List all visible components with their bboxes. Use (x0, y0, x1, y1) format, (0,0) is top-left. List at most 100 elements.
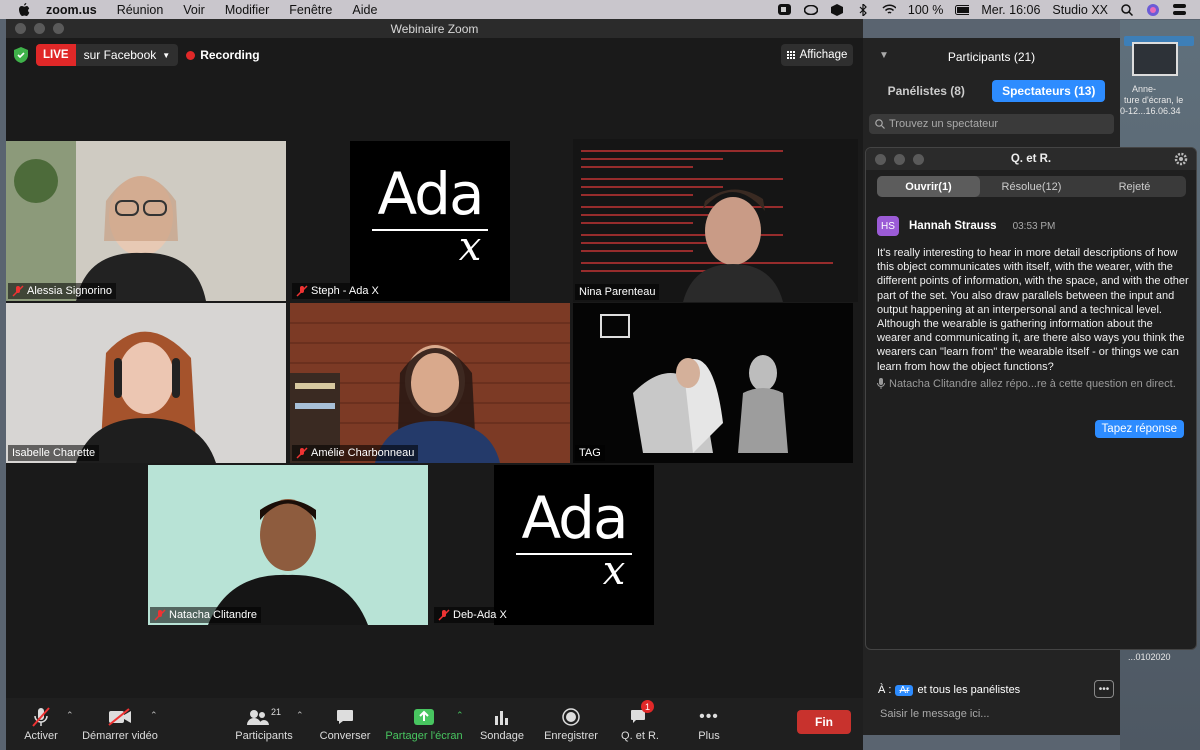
recipient-dropdown[interactable]: Ar (895, 684, 914, 696)
answer-status-text: Natacha Clitandre allez répo...re à cett… (889, 377, 1176, 390)
grid-icon (786, 50, 796, 60)
view-button[interactable]: Affichage (781, 44, 853, 66)
bluetooth-icon[interactable] (856, 3, 870, 16)
chat-label: Converser (319, 730, 371, 742)
muted-mic-icon (296, 285, 308, 297)
video-tile[interactable]: Ada x Deb-Ada X (432, 465, 712, 625)
control-center-icon[interactable] (1172, 4, 1186, 16)
video-tile[interactable]: TAG (573, 303, 853, 463)
video-tile[interactable]: Alessia Signorino (6, 141, 286, 301)
participant-name-tag: TAG (575, 445, 605, 461)
clock[interactable]: Mer. 16:06 (981, 3, 1040, 17)
participant-name: Natacha Clitandre (169, 609, 258, 621)
apple-icon[interactable] (18, 2, 32, 17)
siri-icon[interactable] (1146, 3, 1160, 16)
stream-target: sur Facebook (83, 48, 157, 62)
record-label: Enregistrer (544, 730, 598, 742)
box-icon[interactable] (830, 3, 844, 16)
menu-aide[interactable]: Aide (352, 3, 377, 17)
share-screen-button[interactable]: Partager l'écran ⌃ (384, 706, 464, 742)
menu-modifier[interactable]: Modifier (225, 3, 269, 17)
logo-rule (372, 229, 488, 231)
participant-name: TAG (579, 447, 601, 459)
more-dots-icon: ••• (699, 708, 719, 725)
user-name[interactable]: Studio XX (1052, 3, 1108, 17)
answer-status: Natacha Clitandre allez répo...re à cett… (877, 378, 1189, 390)
chevron-up-icon[interactable]: ⌃ (66, 710, 74, 721)
video-tile[interactable]: Ada x Steph - Ada X (290, 141, 570, 301)
chevron-up-icon[interactable]: ⌃ (150, 710, 158, 721)
shield-icon[interactable] (14, 47, 28, 63)
menu-fenetre[interactable]: Fenêtre (289, 3, 332, 17)
to-label: À : (878, 684, 892, 696)
logo-mark: x (602, 548, 626, 594)
poll-button[interactable]: Sondage (478, 706, 526, 742)
window-title: Webinaire Zoom (390, 21, 479, 36)
tab-resolved[interactable]: Résolue(12) (980, 176, 1083, 197)
tab-dismissed[interactable]: Rejeté (1083, 176, 1186, 197)
desktop-caption: Anne- (1132, 84, 1157, 94)
chat-button[interactable]: Converser (318, 706, 372, 742)
poll-icon (478, 706, 526, 728)
chat-recipient: À : Ar et tous les panélistes (878, 684, 1020, 696)
participants-header: ▼ Participants (21) (863, 38, 1120, 76)
zoom-status-icon[interactable] (778, 4, 792, 16)
gear-icon[interactable] (1174, 152, 1188, 166)
battery-icon[interactable] (955, 4, 970, 16)
menu-reunion[interactable]: Réunion (117, 3, 164, 17)
tab-panelists[interactable]: Panélistes (8) (878, 80, 975, 102)
chat-more-button[interactable]: ••• (1094, 680, 1114, 698)
creative-cloud-icon[interactable] (803, 4, 818, 16)
ada-x-logo: Ada x (350, 141, 510, 301)
collapse-chevron-icon[interactable]: ▼ (879, 50, 889, 61)
qa-button[interactable]: 1 Q. et R. (618, 700, 662, 742)
desktop-caption: ture d'écran, le (1124, 95, 1184, 105)
start-video-label: Démarrer vidéo (82, 730, 158, 742)
chevron-up-icon[interactable]: ⌃ (456, 710, 464, 721)
video-tile[interactable]: Amélie Charbonneau (290, 303, 570, 463)
video-tile[interactable]: Isabelle Charette (6, 303, 286, 463)
participant-name-tag: Deb-Ada X (434, 607, 511, 623)
question-author: Hannah Strauss (909, 220, 997, 232)
record-button[interactable]: Enregistrer (542, 706, 600, 742)
chevron-up-icon[interactable]: ⌃ (296, 710, 304, 721)
chat-message-input[interactable]: Saisir le message ici... (880, 708, 989, 720)
recording-indicator[interactable]: Recording (186, 48, 260, 62)
chat-compose: À : Ar et tous les panélistes ••• Saisir… (863, 670, 1120, 735)
unmute-button[interactable]: Activer ⌃ (16, 706, 74, 742)
video-tile-active-speaker[interactable]: Nina Parenteau (573, 139, 858, 302)
type-answer-button[interactable]: Tapez réponse (1094, 420, 1184, 438)
recipient-rest: et tous les panélistes (917, 684, 1021, 696)
participant-video (6, 303, 286, 463)
screenshot-thumbnail[interactable] (1132, 42, 1178, 76)
end-button[interactable]: Fin (797, 710, 851, 734)
participant-name-tag: Natacha Clitandre (150, 607, 262, 623)
participants-button[interactable]: 21 Participants ⌃ (234, 706, 303, 742)
tab-open[interactable]: Ouvrir(1) (877, 176, 980, 197)
logo-text: Ada (521, 484, 628, 552)
start-video-button[interactable]: Démarrer vidéo ⌃ (82, 706, 158, 742)
question-text: It's really interesting to hear in more … (877, 247, 1189, 373)
participant-name: Deb-Ada X (453, 609, 507, 621)
attendee-search-input[interactable]: Trouvez un spectateur (869, 114, 1114, 134)
menu-app[interactable]: zoom.us (46, 3, 97, 17)
stream-bar: LIVE sur Facebook ▼ Recording (14, 44, 260, 66)
participant-name: Amélie Charbonneau (311, 447, 415, 459)
more-button[interactable]: ••• Plus (692, 706, 726, 742)
menu-voir[interactable]: Voir (183, 3, 205, 17)
desktop-caption: 0-12...16.06.34 (1120, 106, 1181, 116)
search-icon[interactable] (1120, 3, 1134, 16)
video-tile[interactable]: Natacha Clitandre (148, 465, 428, 625)
stream-target-dropdown[interactable]: sur Facebook ▼ (76, 48, 179, 62)
video-off-icon (82, 706, 158, 728)
participant-name: Steph - Ada X (311, 285, 379, 297)
participant-video (573, 303, 853, 463)
desktop-caption: ...0102020 (1128, 652, 1171, 662)
share-screen-label: Partager l'écran (385, 730, 463, 742)
tab-attendees[interactable]: Spectateurs (13) (992, 80, 1106, 102)
qa-title: Q. et R. (1010, 153, 1052, 165)
wifi-icon[interactable] (882, 4, 896, 16)
meeting-toolbar: Activer ⌃ Démarrer vidéo ⌃ 21 Participan… (6, 698, 863, 750)
live-stream-control[interactable]: LIVE sur Facebook ▼ (36, 44, 179, 66)
logo-rule (516, 553, 632, 555)
